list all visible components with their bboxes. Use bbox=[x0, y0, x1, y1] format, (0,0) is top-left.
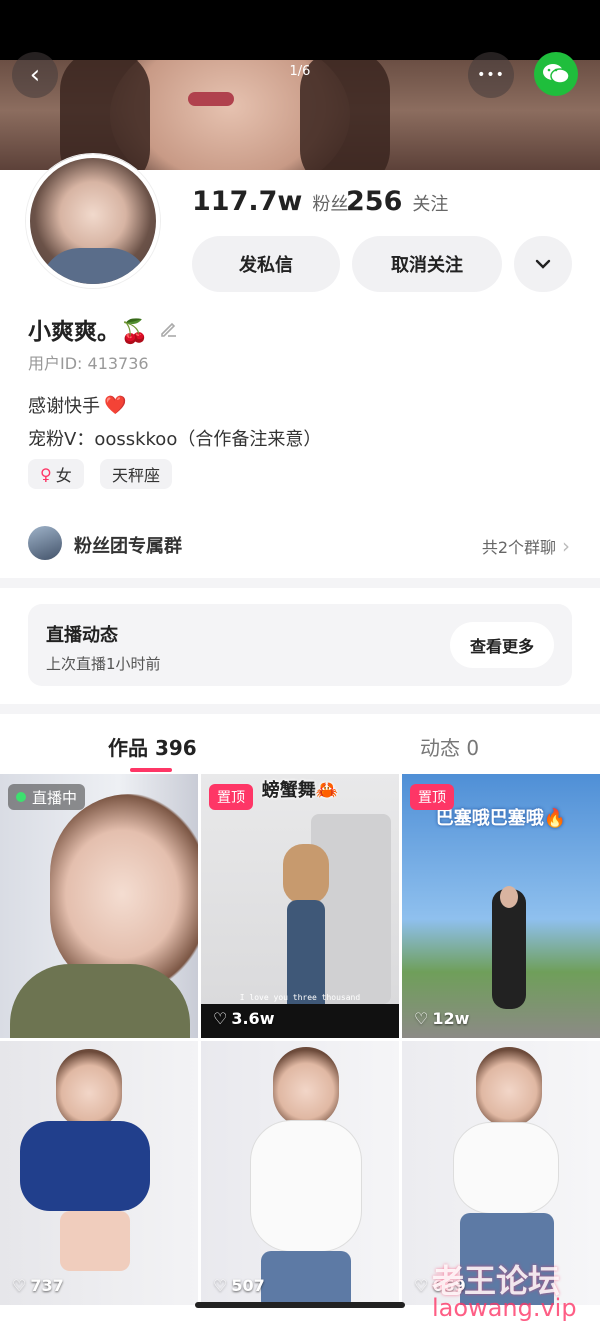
fan-group-row[interactable]: 粉丝团专属群 共2个群聊 › bbox=[0, 518, 600, 572]
avatar[interactable] bbox=[26, 154, 160, 288]
dropdown-button[interactable] bbox=[514, 236, 572, 292]
avatar-shirt bbox=[40, 248, 150, 284]
unfollow-button[interactable]: 取消关注 bbox=[352, 236, 502, 292]
back-button[interactable]: ‹ bbox=[12, 52, 58, 98]
heart-outline-icon: ♡ bbox=[414, 1009, 429, 1028]
view-more-button[interactable]: 查看更多 bbox=[450, 622, 554, 668]
status-bar bbox=[0, 0, 600, 60]
video-thumbnail[interactable]: 巴塞哦巴塞哦🔥 置顶 ♡ 12w bbox=[402, 774, 600, 1038]
section-divider bbox=[0, 578, 600, 588]
fan-group-count-row: 共2个群聊 › bbox=[482, 534, 570, 558]
like-count-value: 737 bbox=[30, 1276, 64, 1295]
section-divider bbox=[0, 704, 600, 714]
gender-tag: ♀ 女 bbox=[28, 459, 84, 489]
video-grid: 直播中 螃蟹舞🦀 I love you three thousand 置顶 ♡ … bbox=[0, 774, 600, 1305]
user-id: 用户ID: 413736 bbox=[28, 354, 149, 373]
chevron-right-icon: › bbox=[562, 534, 570, 558]
like-count: ♡ 507 bbox=[213, 1276, 265, 1295]
bio-line-1-text: 感谢快手 bbox=[28, 396, 100, 417]
chevron-down-icon bbox=[535, 259, 551, 269]
like-count: ♡ 3.6w bbox=[213, 1009, 274, 1028]
edit-icon[interactable] bbox=[159, 319, 179, 339]
video-subtitle: I love you three thousand bbox=[239, 993, 361, 1002]
fan-group-avatar bbox=[28, 526, 62, 560]
heart-outline-icon: ♡ bbox=[213, 1009, 228, 1028]
fan-group-title: 粉丝团专属群 bbox=[74, 536, 182, 557]
heart-outline-icon: ♡ bbox=[414, 1276, 429, 1295]
wechat-icon bbox=[543, 64, 570, 84]
profile-name-row: 小爽爽。🍒 bbox=[28, 312, 179, 346]
watermark-url: laowang.vip bbox=[432, 1294, 577, 1322]
following-count: 256 bbox=[346, 186, 403, 217]
followers-label: 粉丝 bbox=[312, 194, 349, 215]
gender-tag-label: 女 bbox=[55, 466, 72, 485]
video-thumbnail[interactable]: ♡ 737 bbox=[0, 1041, 198, 1305]
live-activity-subtitle: 上次直播1小时前 bbox=[46, 655, 161, 673]
cover-page-indicator: 1/6 bbox=[289, 64, 311, 79]
like-count: ♡ 737 bbox=[12, 1276, 64, 1295]
like-count: ♡ 12w bbox=[414, 1009, 469, 1028]
live-activity-card[interactable]: 直播动态 上次直播1小时前 查看更多 bbox=[28, 604, 572, 686]
video-thumbnail[interactable]: 螃蟹舞🦀 I love you three thousand 置顶 ♡ 3.6w bbox=[201, 774, 399, 1038]
bio-line-1: 感谢快手 ❤️ bbox=[28, 392, 126, 418]
tab-indicator bbox=[130, 768, 172, 772]
tab-works[interactable]: 作品 396 bbox=[108, 732, 197, 761]
pinned-badge: 置顶 bbox=[410, 784, 454, 810]
more-icon: ••• bbox=[477, 67, 505, 83]
female-icon: ♀ bbox=[40, 464, 52, 484]
like-count-value: 12w bbox=[432, 1009, 470, 1028]
fan-group-count: 共2个群聊 bbox=[481, 538, 556, 557]
profile-name: 小爽爽。🍒 bbox=[28, 319, 149, 345]
message-button[interactable]: 发私信 bbox=[192, 236, 340, 292]
tab-moments[interactable]: 动态 0 bbox=[420, 732, 479, 761]
like-count-value: 507 bbox=[231, 1276, 265, 1295]
following-stat[interactable]: 256 关注 bbox=[346, 186, 448, 217]
back-icon: ‹ bbox=[29, 60, 41, 90]
heart-outline-icon: ♡ bbox=[12, 1276, 27, 1295]
live-activity-title: 直播动态 bbox=[46, 625, 118, 646]
followers-count: 117.7w bbox=[192, 186, 303, 217]
heart-outline-icon: ♡ bbox=[213, 1276, 228, 1295]
followers-stat[interactable]: 117.7w 粉丝 bbox=[192, 186, 348, 217]
live-badge: 直播中 bbox=[8, 784, 86, 810]
like-count-value: 3.6w bbox=[231, 1009, 275, 1028]
live-dot-icon bbox=[16, 792, 26, 802]
more-button[interactable]: ••• bbox=[468, 52, 514, 98]
following-label: 关注 bbox=[412, 194, 449, 215]
bio-line-2: 宠粉V：oosskkoo（合作备注来意） bbox=[28, 429, 322, 450]
wechat-button[interactable] bbox=[534, 52, 578, 96]
home-indicator bbox=[195, 1302, 405, 1308]
video-thumbnail[interactable]: 直播中 bbox=[0, 774, 198, 1038]
live-badge-label: 直播中 bbox=[32, 788, 78, 807]
pinned-badge: 置顶 bbox=[209, 784, 253, 810]
video-thumbnail[interactable]: ♡ 507 bbox=[201, 1041, 399, 1305]
heart-icon: ❤️ bbox=[104, 394, 127, 416]
zodiac-tag: 天秤座 bbox=[100, 459, 173, 489]
cover-lips bbox=[188, 92, 234, 106]
